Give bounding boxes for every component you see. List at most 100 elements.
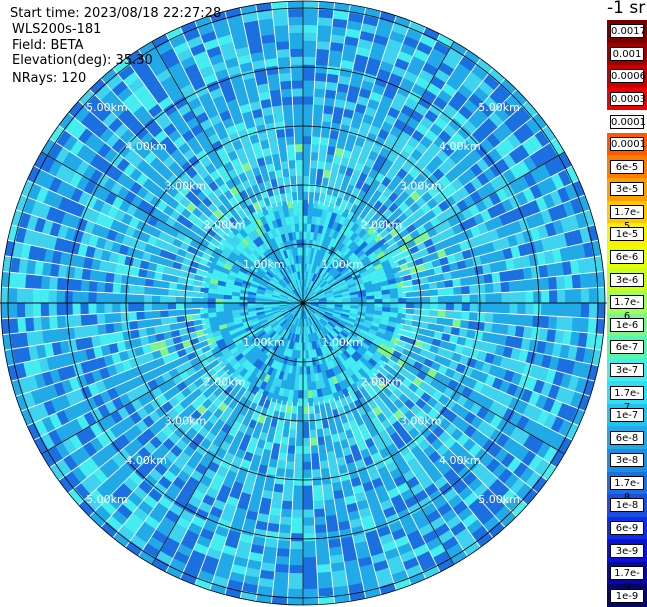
range-gate-cell [96,303,105,314]
start-time-text: Start time: 2023/08/18 22:27:28 [10,6,222,21]
range-gate-cell [97,270,107,283]
range-gate-cell [281,96,293,106]
colorbar-tick-label: 1.7e-5 [610,204,644,232]
range-gate-cell [223,303,232,308]
range-gate-cell [292,96,303,105]
range-gate-cell [303,469,313,478]
range-gate-cell [303,96,314,105]
range-gate-cell [516,279,526,292]
range-gate-cell [374,303,383,308]
range-gate-cell [312,476,323,486]
range-gate-cell [315,532,328,542]
range-gate-cell [311,128,322,138]
ring-distance-label: 5.00km [478,101,520,114]
colorbar-tick-label: 3e-8 [610,453,644,468]
range-gate-cell [303,40,317,50]
range-gate-cell [231,303,240,307]
range-gate-cell [288,580,303,590]
range-gate-cell [508,280,518,293]
range-gate-cell [397,307,407,314]
range-gate-cell [315,64,328,74]
range-gate-cell [461,311,470,321]
range-gate-cell [81,325,92,338]
range-gate-cell [555,316,565,331]
range-gate-cell [265,530,279,541]
range-gate-cell [17,273,27,289]
range-gate-cell [269,89,282,99]
range-gate-cell [296,175,303,184]
range-gate-cell [292,104,303,113]
range-gate-cell [303,88,315,97]
range-gate-cell [303,167,311,177]
range-gate-cell [247,300,256,303]
range-gate-cell [468,284,478,295]
range-gate-cell [322,113,333,123]
range-gate-cell [540,315,550,329]
range-gate-cell [287,588,303,598]
colorbar-tick-label: 3e-6 [610,272,644,287]
range-gate-cell [275,555,290,565]
range-gate-cell [406,297,415,303]
ring-distance-label: 1.00km [321,336,363,349]
range-gate-cell [303,493,314,502]
range-gate-cell [303,350,306,359]
range-gate-cell [293,112,303,121]
ring-distance-label: 3.00km [400,179,442,192]
range-gate-cell [571,317,581,333]
range-gate-cell [276,49,291,58]
range-gate-cell [533,303,542,316]
range-gate-cell [406,303,415,309]
range-gate-cell [297,199,303,208]
range-gate-cell [398,297,407,303]
range-gate-cell [293,469,303,478]
range-gate-cell [382,303,391,308]
range-gate-cell [303,501,314,510]
range-gate-cell [572,303,582,318]
range-gate-cell [587,272,597,289]
range-gate-cell [422,303,431,310]
range-gate-cell [207,298,216,303]
range-gate-cell [317,587,334,597]
range-gate-cell [293,120,303,129]
range-gate-cell [549,303,558,317]
range-gate-cell [89,324,99,337]
range-gate-cell [25,273,35,289]
range-gate-cell [199,292,209,299]
colorbar-tick-label: 1e-5 [610,227,644,242]
range-gate-cell [136,311,145,321]
range-gate-cell [492,282,502,294]
range-gate-cell [293,382,299,391]
range-gate-cell [303,223,308,232]
range-gate-cell [312,492,324,502]
colorbar-tick-label: 1e-6 [610,317,644,332]
range-gate-cell [316,33,332,43]
range-gate-cell [128,303,137,313]
range-gate-cell [56,315,66,329]
range-gate-cell [317,9,334,19]
range-gate-cell [563,274,573,290]
range-gate-cell [8,303,18,319]
colorbar-tick-label: 1e-8 [610,498,644,513]
range-gate-cell [271,491,284,501]
range-gate-cell [303,517,315,526]
range-gate-cell [105,271,115,284]
range-gate-cell [297,398,303,407]
range-gate-cell [312,484,323,494]
range-gate-cell [475,321,485,332]
range-gate-cell [293,207,299,217]
range-gate-cell [522,326,533,340]
range-gate-cell [327,538,342,549]
range-gate-cell [303,152,311,161]
range-gate-cell [314,524,328,534]
range-gate-cell [277,56,291,66]
range-gate-cell [303,572,318,582]
range-gate-cell [483,273,493,284]
range-gate-cell [294,453,303,462]
range-gate-cell [285,461,295,470]
range-gate-cell [72,303,81,316]
range-gate-cell [112,303,121,313]
nrays-text: NRays: 120 [12,71,87,86]
range-gate-cell [96,292,105,303]
range-gate-cell [524,278,534,292]
range-gate-cell [292,199,299,209]
